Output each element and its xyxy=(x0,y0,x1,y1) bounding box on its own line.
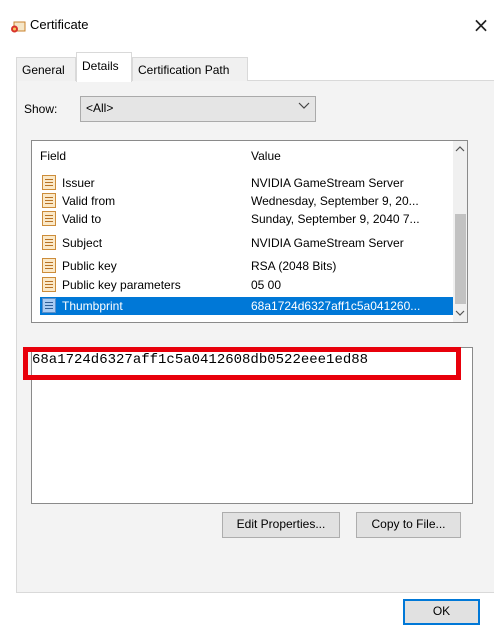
list-item[interactable]: Public key parameters 05 00 xyxy=(33,276,453,294)
column-header-field[interactable]: Field xyxy=(40,149,66,163)
certificate-icon xyxy=(11,21,26,33)
list-item-selected[interactable]: Thumbprint 68a1724d6327aff1c5a041260... xyxy=(40,297,453,315)
list-item-field: Valid to xyxy=(62,212,102,226)
tab-certification-path[interactable]: Certification Path xyxy=(132,57,248,81)
list-item-value: NVIDIA GameStream Server xyxy=(251,176,404,190)
list-item-value: RSA (2048 Bits) xyxy=(251,259,337,273)
list-item-value: 05 00 xyxy=(251,278,282,292)
field-list[interactable] xyxy=(31,140,468,323)
list-item-field: Public key xyxy=(62,259,117,273)
list-item-value: 68a1724d6327aff1c5a041260... xyxy=(251,299,421,313)
show-dropdown-value: <All> xyxy=(86,101,114,115)
list-item-value: NVIDIA GameStream Server xyxy=(251,236,404,250)
list-item[interactable]: Valid from Wednesday, September 9, 20... xyxy=(33,192,453,210)
highlight-annotation xyxy=(23,347,461,380)
list-item-field: Subject xyxy=(62,236,103,250)
list-item[interactable]: Public key RSA (2048 Bits) xyxy=(33,257,453,275)
show-label: Show: xyxy=(24,102,58,116)
list-item[interactable]: Subject NVIDIA GameStream Server xyxy=(33,234,453,252)
certificate-field-icon xyxy=(42,193,56,208)
certificate-field-icon xyxy=(42,211,56,226)
list-item[interactable]: Valid to Sunday, September 9, 2040 7... xyxy=(33,210,453,228)
scroll-down-icon[interactable] xyxy=(453,307,467,321)
list-item-field: Public key parameters xyxy=(62,278,181,292)
list-item-value: Wednesday, September 9, 20... xyxy=(251,194,419,208)
show-dropdown[interactable] xyxy=(80,96,316,122)
certificate-field-icon xyxy=(42,298,56,313)
scrollbar-thumb[interactable] xyxy=(455,214,466,304)
edit-properties-button[interactable]: Edit Properties... xyxy=(222,512,340,538)
certificate-field-icon xyxy=(42,258,56,273)
column-header-value[interactable]: Value xyxy=(251,149,281,163)
window-title: Certificate xyxy=(30,17,89,32)
ok-button[interactable]: OK xyxy=(403,599,480,625)
list-item[interactable]: Issuer NVIDIA GameStream Server xyxy=(33,174,453,192)
list-item-field: Valid from xyxy=(62,194,116,208)
scroll-up-icon[interactable] xyxy=(453,143,467,157)
tab-details[interactable]: Details xyxy=(76,52,132,82)
list-item-value: Sunday, September 9, 2040 7... xyxy=(251,212,420,226)
certificate-field-icon xyxy=(42,235,56,250)
tab-general[interactable]: General xyxy=(16,57,76,81)
certificate-field-icon xyxy=(42,277,56,292)
copy-to-file-button[interactable]: Copy to File... xyxy=(356,512,461,538)
chevron-down-icon xyxy=(298,100,310,113)
close-icon[interactable]: × xyxy=(470,14,492,36)
certificate-field-icon xyxy=(42,175,56,190)
list-item-field: Issuer xyxy=(62,176,95,190)
list-item-field: Thumbprint xyxy=(62,299,123,313)
